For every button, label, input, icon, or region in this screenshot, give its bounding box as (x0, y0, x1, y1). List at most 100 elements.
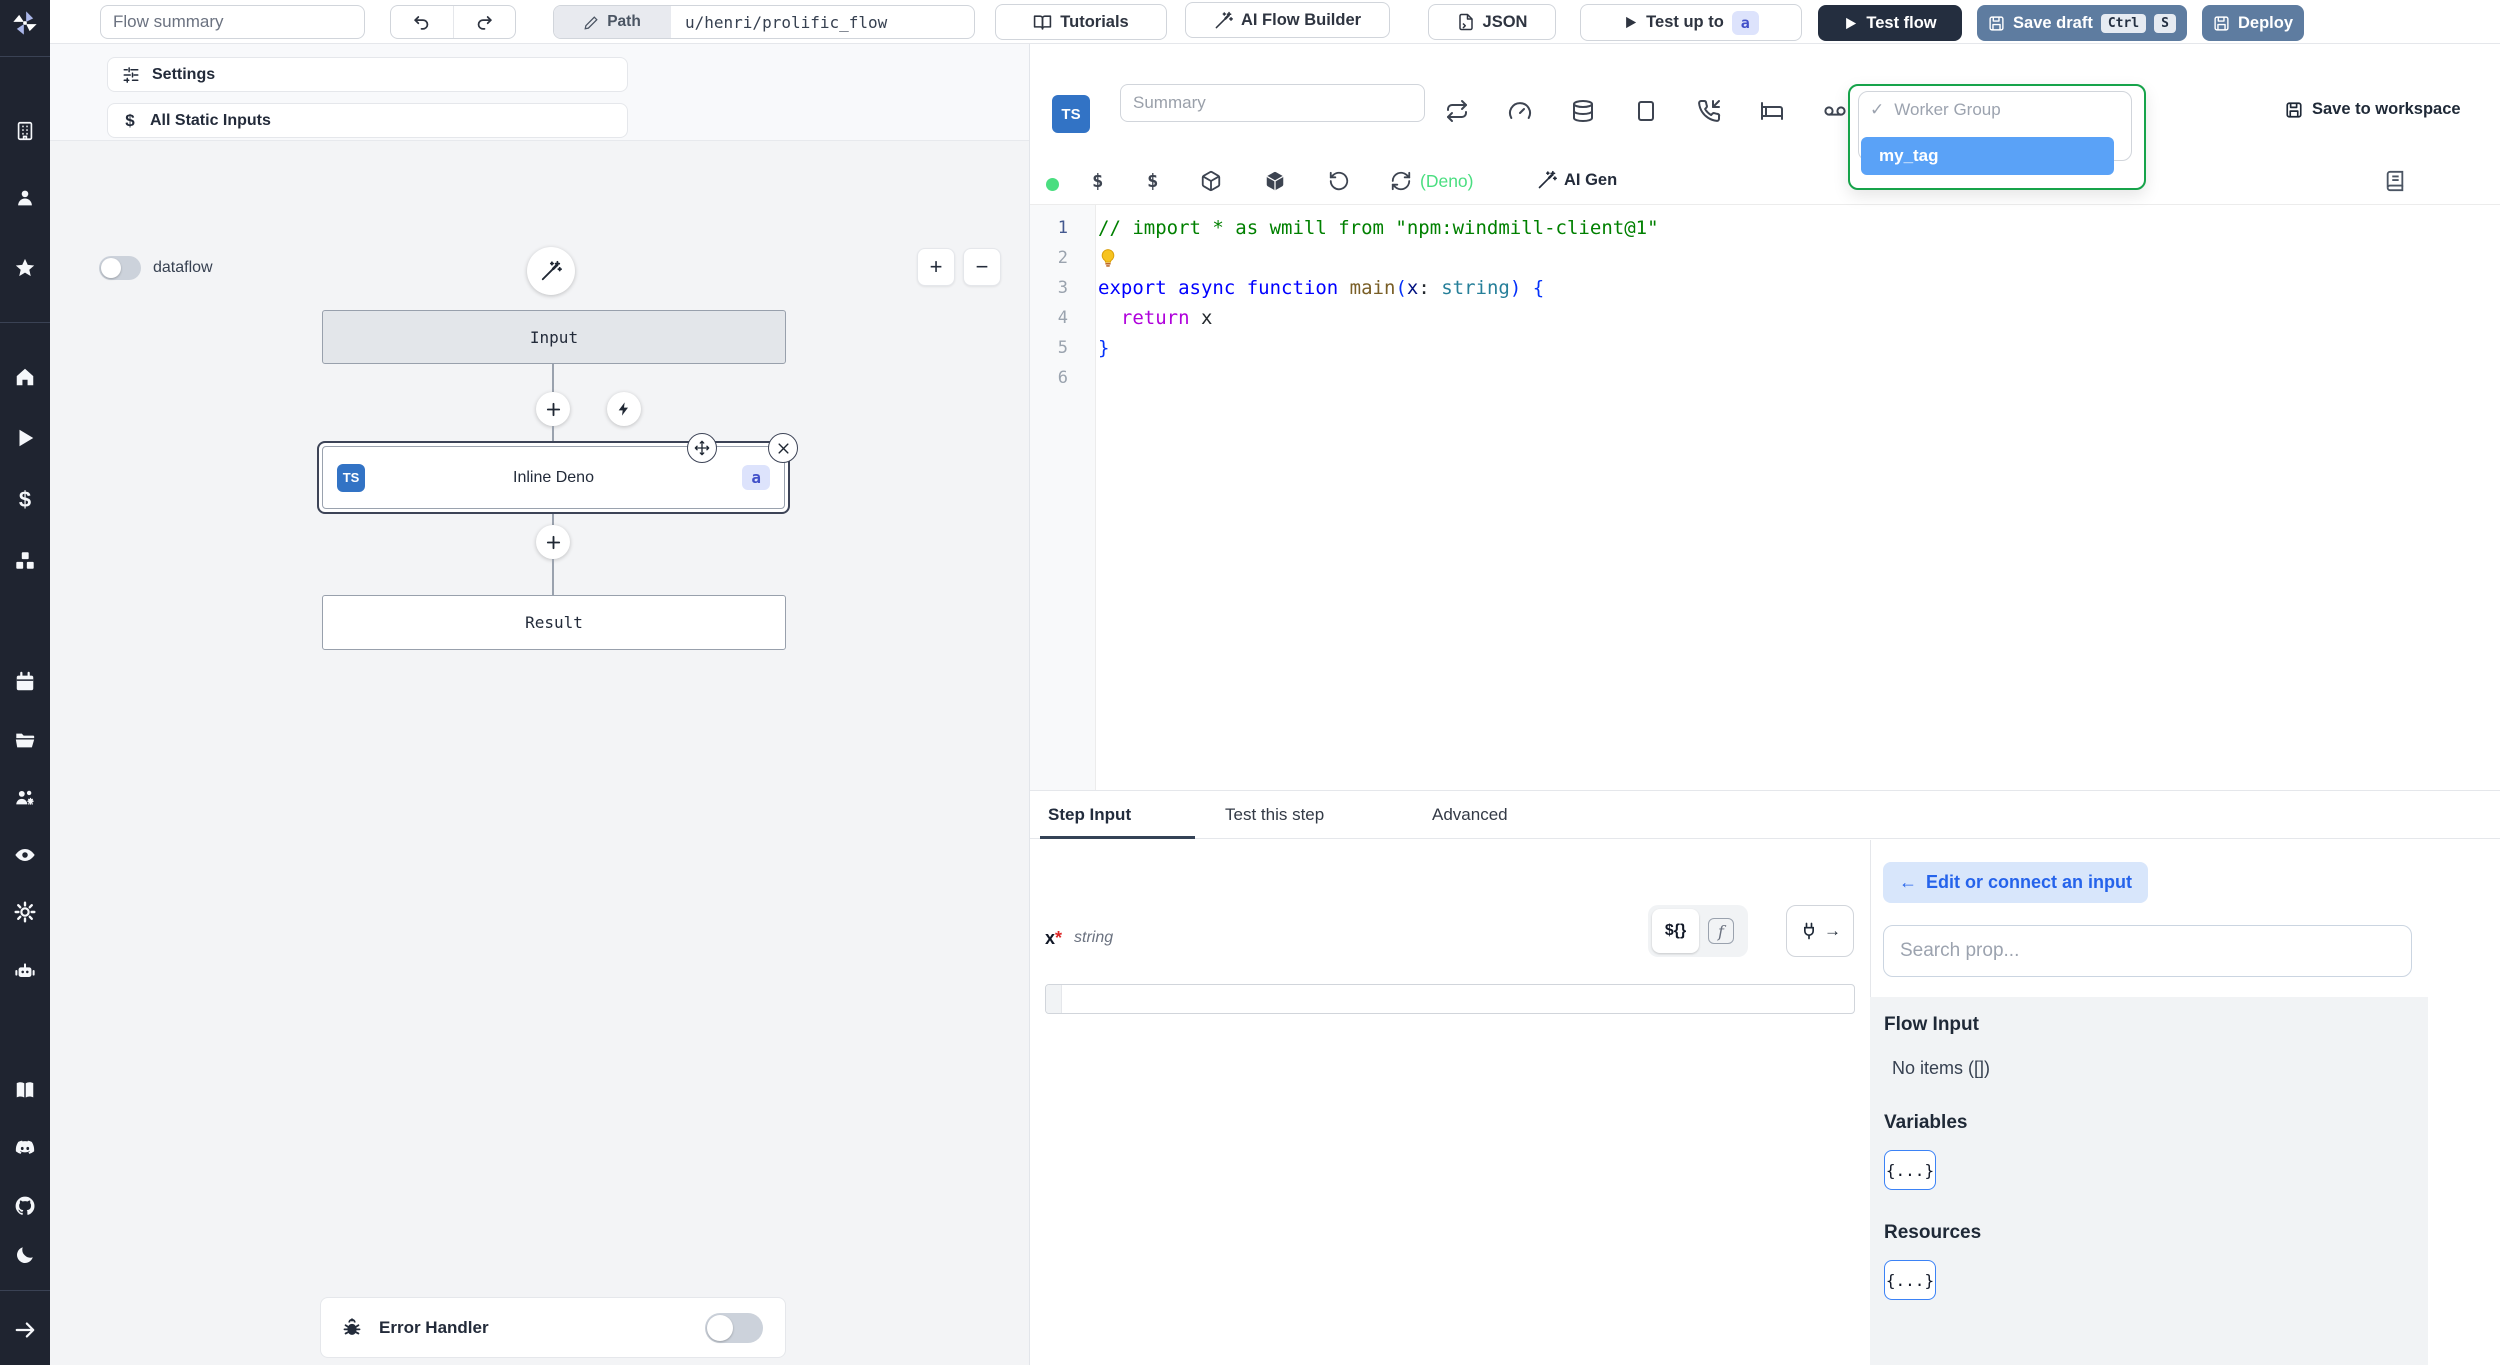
home-icon[interactable] (14, 366, 36, 388)
path-field[interactable]: Path u/henri/prolific_flow (553, 5, 975, 39)
concurrency-gauge-icon[interactable] (1508, 99, 1532, 123)
insert-step-button[interactable] (536, 525, 570, 559)
test-flow-label: Test flow (1866, 13, 1937, 32)
tutorials-button[interactable]: Tutorials (995, 4, 1167, 40)
undo-icon (414, 15, 429, 30)
trigger-zap-button[interactable] (607, 392, 641, 426)
flow-node-result[interactable]: Result (322, 595, 786, 650)
zoom-out-button[interactable]: − (963, 248, 1001, 286)
reset-rotate-ccw-icon[interactable] (1328, 170, 1350, 192)
worker-group-option-my-tag[interactable]: my_tag (1861, 137, 2114, 175)
variables-object-chip[interactable]: {...} (1884, 1150, 1936, 1190)
ai-gen-label: AI Gen (1564, 170, 1618, 189)
retries-repeat-icon[interactable] (1445, 99, 1469, 123)
template-expr-toggle[interactable]: ${} (1652, 909, 1699, 953)
sidebar-divider (0, 1290, 50, 1291)
zoom-out-label: − (975, 254, 989, 279)
redo-button[interactable] (454, 6, 516, 38)
refresh-cw-icon[interactable] (1390, 170, 1412, 192)
expand-sidebar-arrow-icon[interactable] (14, 1319, 36, 1341)
error-handler-card[interactable]: Error Handler (320, 1297, 786, 1358)
all-static-inputs-button[interactable]: $ All Static Inputs (107, 103, 628, 138)
ai-gen-button[interactable]: AI Gen (1537, 170, 1617, 190)
insert-step-button[interactable] (536, 392, 570, 426)
json-button[interactable]: JSON (1428, 4, 1556, 40)
zoom-in-button[interactable]: + (917, 248, 955, 286)
flow-settings-button[interactable]: Settings (107, 57, 628, 92)
worker-group-option[interactable]: ✓ Worker Group (1870, 100, 2001, 120)
resources-object-chip[interactable]: {...} (1884, 1260, 1936, 1300)
code-editor[interactable]: 1// import * as wmill from "npm:windmill… (1030, 204, 2500, 791)
undo-button[interactable] (391, 6, 453, 38)
arrow-right-icon: → (1824, 921, 1841, 940)
save-to-workspace-button[interactable]: Save to workspace (2285, 100, 2461, 119)
kbd-ctrl: Ctrl (2100, 13, 2147, 33)
groups-users-gear-icon[interactable] (14, 787, 36, 809)
user-icon[interactable] (14, 187, 36, 209)
sleep-bed-icon[interactable] (1760, 99, 1784, 123)
edit-or-connect-label: Edit or connect an input (1926, 872, 2132, 892)
pencil-icon (584, 15, 598, 30)
code-line[interactable]: 3 export async function main(x: string) { (1030, 273, 2500, 303)
code-line[interactable]: 2 (1030, 243, 2500, 273)
error-handler-toggle[interactable] (705, 1313, 763, 1343)
code-line[interactable]: 4 return x (1030, 303, 2500, 333)
arg-value-input[interactable] (1045, 984, 1855, 1014)
connect-input-plug-button[interactable]: → (1786, 905, 1854, 957)
schedules-calendar-icon[interactable] (14, 671, 36, 693)
early-stop-square-icon[interactable] (1634, 99, 1658, 123)
dark-mode-moon-icon[interactable] (14, 1244, 36, 1266)
save-draft-button[interactable]: Save draft Ctrl S (1977, 5, 2187, 41)
suspend-phone-incoming-icon[interactable] (1697, 99, 1721, 123)
bug-icon (343, 1317, 361, 1335)
library-book-icon[interactable] (2384, 170, 2406, 192)
windmill-logo-icon[interactable] (11, 9, 39, 37)
save-draft-label: Save draft (2013, 13, 2093, 32)
github-icon[interactable] (14, 1195, 36, 1217)
flow-summary-input[interactable]: Flow summary (100, 5, 365, 39)
search-prop-input[interactable]: Search prop... (1883, 925, 2412, 977)
workspace-icon[interactable] (14, 120, 36, 142)
wand-sparkles-icon (1215, 11, 1233, 28)
step-summary-input[interactable]: Summary (1120, 84, 1425, 122)
edit-or-connect-button[interactable]: ← Edit or connect an input (1883, 862, 2148, 903)
settings-gear-icon[interactable] (14, 901, 36, 923)
dataflow-toggle[interactable] (99, 256, 141, 280)
audit-logs-eye-icon[interactable] (14, 844, 36, 866)
test-up-to-button[interactable]: Test up to a (1580, 4, 1802, 41)
test-flow-button[interactable]: Test flow (1818, 5, 1962, 41)
tab-test-this-step[interactable]: Test this step (1225, 791, 1324, 839)
ai-step-wand-button[interactable] (527, 247, 575, 295)
add-resource-dollar-icon[interactable]: $ (1147, 170, 1158, 192)
tab-step-input[interactable]: Step Input (1048, 791, 1131, 839)
deploy-button[interactable]: Deploy (2202, 5, 2304, 41)
mock-voicemail-icon[interactable] (1823, 99, 1847, 123)
flow-node-input[interactable]: Input (322, 310, 786, 364)
code-lines: 1// import * as wmill from "npm:windmill… (1030, 213, 2500, 393)
function-mode-toggle[interactable]: f (1708, 918, 1734, 944)
code-line[interactable]: 1// import * as wmill from "npm:windmill… (1030, 213, 2500, 243)
flow-node-inline-deno-selected[interactable]: TS Inline Deno a (317, 441, 790, 514)
package-box-icon[interactable] (1200, 170, 1222, 192)
result-node-label: Result (525, 613, 583, 632)
favorites-star-icon[interactable] (14, 257, 36, 279)
summary-placeholder: Summary (1133, 93, 1206, 112)
workers-robot-icon[interactable] (14, 960, 36, 982)
code-line[interactable]: 6 (1030, 363, 2500, 393)
variables-dollar-icon[interactable]: $ (14, 487, 36, 512)
add-variable-dollar-icon[interactable]: $ (1092, 170, 1103, 192)
tab-advanced[interactable]: Advanced (1432, 791, 1508, 839)
code-line[interactable]: 5} (1030, 333, 2500, 363)
discord-icon[interactable] (14, 1137, 36, 1159)
delete-step-button[interactable] (768, 433, 798, 463)
cache-database-icon[interactable] (1571, 99, 1595, 123)
move-step-handle[interactable] (687, 433, 717, 463)
docs-book-icon[interactable] (14, 1079, 36, 1101)
package-box-filled-icon[interactable] (1264, 170, 1286, 192)
ai-flow-builder-button[interactable]: AI Flow Builder (1185, 2, 1390, 38)
resources-cubes-icon[interactable] (14, 550, 36, 572)
flow-edge (552, 514, 554, 525)
runs-play-icon[interactable] (14, 427, 36, 449)
folders-icon[interactable] (14, 729, 36, 751)
error-handler-toggle-knob (707, 1315, 733, 1341)
